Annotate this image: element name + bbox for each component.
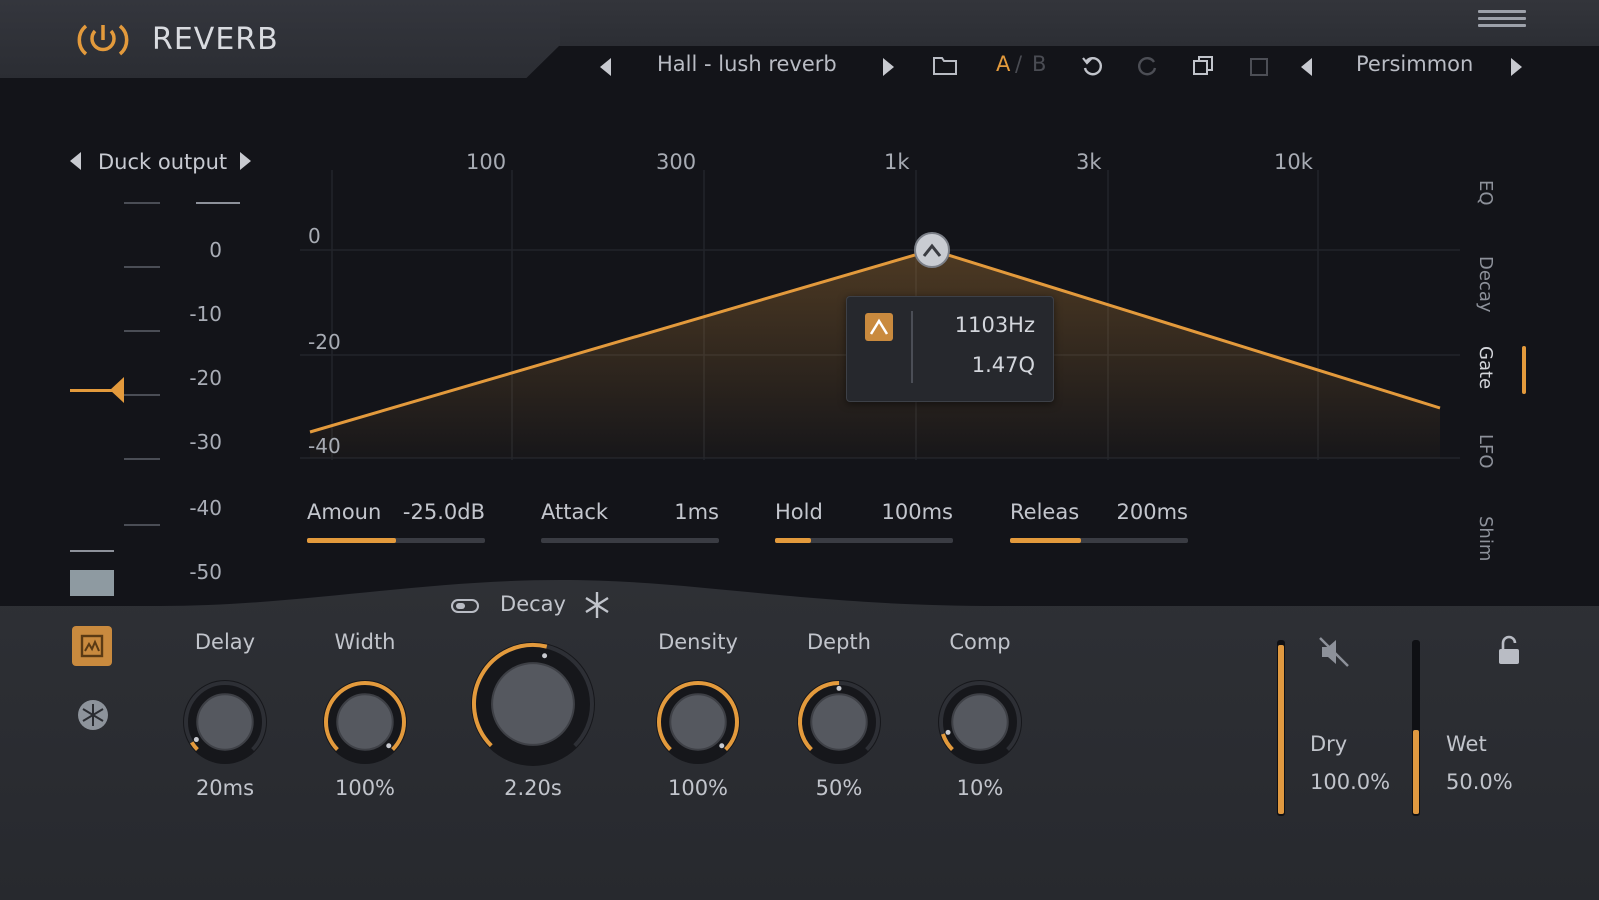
tab-lfo[interactable]: LFO xyxy=(1475,434,1496,474)
theme-name[interactable]: Persimmon xyxy=(1356,52,1473,76)
dry-value[interactable]: 100.0% xyxy=(1310,770,1390,794)
density-knob[interactable] xyxy=(656,680,740,764)
freq-label: 1k xyxy=(884,150,910,174)
next-mode-button[interactable] xyxy=(240,152,251,170)
wet-meter[interactable] xyxy=(1412,640,1420,816)
app-title: REVERB xyxy=(152,22,279,57)
tab-shim[interactable]: Shim xyxy=(1475,516,1496,561)
delay-knob[interactable] xyxy=(183,680,267,764)
copy-icon[interactable] xyxy=(1191,54,1215,78)
prev-theme-button[interactable] xyxy=(1301,58,1312,76)
next-preset-button[interactable] xyxy=(883,58,894,76)
tab-decay[interactable]: Decay xyxy=(1475,256,1496,313)
speaker-mute-icon[interactable] xyxy=(1316,634,1352,670)
attack-slider[interactable]: Attack 1ms xyxy=(541,500,719,546)
decay-knob[interactable] xyxy=(471,642,595,766)
freq-label: 300 xyxy=(656,150,697,174)
delay-value: 20ms xyxy=(195,776,255,800)
freq-label: 3k xyxy=(1076,150,1102,174)
depth-knob[interactable] xyxy=(797,680,881,764)
dry-label: Dry xyxy=(1310,732,1348,756)
scale-label: -10 xyxy=(189,302,222,326)
band-q: 1.47Q xyxy=(971,353,1035,377)
tab-eq[interactable]: EQ xyxy=(1475,180,1496,220)
release-slider[interactable]: Releas 200ms xyxy=(1010,500,1188,546)
comp-value: 10% xyxy=(956,776,1004,800)
ab-a-button[interactable]: A xyxy=(996,52,1010,76)
freq-label: 10k xyxy=(1274,150,1313,174)
ab-b-button[interactable]: B xyxy=(1032,52,1046,76)
wet-value[interactable]: 50.0% xyxy=(1446,770,1513,794)
preset-name[interactable]: Hall - lush reverb xyxy=(657,52,837,76)
ab-separator: / xyxy=(1015,52,1023,76)
side-tabs: EQ Decay Gate LFO Shim xyxy=(1470,170,1526,590)
eq-band-handle[interactable] xyxy=(914,232,950,268)
tab-gate[interactable]: Gate xyxy=(1475,346,1496,389)
power-icon[interactable] xyxy=(74,18,132,62)
redo-icon[interactable] xyxy=(1136,54,1160,78)
next-theme-button[interactable] xyxy=(1511,58,1522,76)
ducking-meter[interactable]: 0 -10 -20 -30 -40 -50 xyxy=(60,190,260,600)
amount-slider[interactable]: Amoun -25.0dB xyxy=(307,500,485,546)
paste-icon[interactable] xyxy=(1247,54,1271,78)
wet-label: Wet xyxy=(1446,732,1487,756)
band-tooltip: 1103Hz 1.47Q xyxy=(846,296,1054,402)
band-frequency: 1103Hz xyxy=(954,313,1035,337)
db-label: -40 xyxy=(308,434,341,458)
width-value: 100% xyxy=(334,776,396,800)
scale-label: -30 xyxy=(189,430,222,454)
prev-mode-button[interactable] xyxy=(70,152,81,170)
menu-icon[interactable] xyxy=(1478,10,1526,36)
scale-label: -40 xyxy=(189,496,222,520)
band-type-icon[interactable] xyxy=(865,313,893,341)
db-label: 0 xyxy=(308,224,321,248)
prev-preset-button[interactable] xyxy=(600,58,611,76)
hold-slider[interactable]: Hold 100ms xyxy=(775,500,953,546)
lock-icon[interactable] xyxy=(1494,634,1524,668)
freq-label: 100 xyxy=(466,150,507,174)
density-value: 100% xyxy=(667,776,729,800)
preset-toolbar: Hall - lush reverb A / B Persimmon xyxy=(560,46,1599,84)
bottom-panel: Delay Width Decay Density Depth Comp 20m… xyxy=(0,570,1599,900)
scale-label: 0 xyxy=(209,238,222,262)
scale-label: -20 xyxy=(189,366,222,390)
duck-mode-label[interactable]: Duck output xyxy=(98,150,227,174)
db-label: -20 xyxy=(308,330,341,354)
comp-knob[interactable] xyxy=(938,680,1022,764)
dry-meter[interactable] xyxy=(1277,640,1285,816)
threshold-handle[interactable] xyxy=(70,376,124,403)
depth-value: 50% xyxy=(815,776,863,800)
undo-icon[interactable] xyxy=(1080,54,1104,78)
decay-value: 2.20s xyxy=(504,776,562,800)
active-tab-indicator xyxy=(1522,346,1526,394)
folder-icon[interactable] xyxy=(932,54,958,76)
width-knob[interactable] xyxy=(323,680,407,764)
